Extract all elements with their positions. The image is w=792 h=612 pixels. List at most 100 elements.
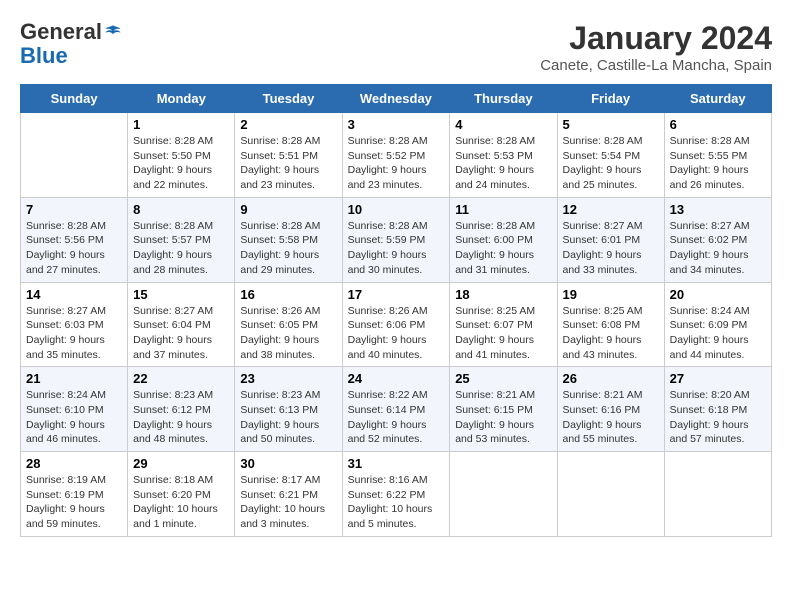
logo-bird-icon (104, 23, 122, 41)
day-info: Sunrise: 8:18 AM Sunset: 6:20 PM Dayligh… (133, 473, 229, 532)
calendar-week-row: 21 Sunrise: 8:24 AM Sunset: 6:10 PM Dayli… (21, 367, 772, 452)
calendar-cell (664, 452, 771, 537)
weekday-header-tuesday: Tuesday (235, 85, 342, 113)
day-info: Sunrise: 8:24 AM Sunset: 6:10 PM Dayligh… (26, 388, 122, 447)
day-number: 26 (563, 371, 659, 386)
day-info: Sunrise: 8:28 AM Sunset: 5:58 PM Dayligh… (240, 219, 336, 278)
calendar-title-block: January 2024 Canete, Castille-La Mancha,… (540, 20, 772, 74)
day-number: 1 (133, 117, 229, 132)
day-info: Sunrise: 8:25 AM Sunset: 6:07 PM Dayligh… (455, 304, 551, 363)
day-info: Sunrise: 8:20 AM Sunset: 6:18 PM Dayligh… (670, 388, 766, 447)
day-number: 31 (348, 456, 445, 471)
calendar-week-row: 7 Sunrise: 8:28 AM Sunset: 5:56 PM Daylig… (21, 197, 772, 282)
calendar-cell: 1 Sunrise: 8:28 AM Sunset: 5:50 PM Daylig… (128, 113, 235, 198)
calendar-cell: 17 Sunrise: 8:26 AM Sunset: 6:06 PM Dayli… (342, 282, 450, 367)
calendar-cell (557, 452, 664, 537)
weekday-header-thursday: Thursday (450, 85, 557, 113)
day-info: Sunrise: 8:21 AM Sunset: 6:16 PM Dayligh… (563, 388, 659, 447)
day-number: 24 (348, 371, 445, 386)
calendar-cell: 8 Sunrise: 8:28 AM Sunset: 5:57 PM Daylig… (128, 197, 235, 282)
day-number: 13 (670, 202, 766, 217)
day-info: Sunrise: 8:27 AM Sunset: 6:03 PM Dayligh… (26, 304, 122, 363)
day-number: 19 (563, 287, 659, 302)
calendar-cell: 7 Sunrise: 8:28 AM Sunset: 5:56 PM Daylig… (21, 197, 128, 282)
day-info: Sunrise: 8:28 AM Sunset: 5:59 PM Dayligh… (348, 219, 445, 278)
calendar-cell: 22 Sunrise: 8:23 AM Sunset: 6:12 PM Dayli… (128, 367, 235, 452)
day-number: 9 (240, 202, 336, 217)
calendar-cell: 21 Sunrise: 8:24 AM Sunset: 6:10 PM Dayli… (21, 367, 128, 452)
day-info: Sunrise: 8:22 AM Sunset: 6:14 PM Dayligh… (348, 388, 445, 447)
day-number: 30 (240, 456, 336, 471)
day-number: 25 (455, 371, 551, 386)
weekday-header-saturday: Saturday (664, 85, 771, 113)
calendar-cell: 6Sunrise: 8:28 AM Sunset: 5:55 PM Daylig… (664, 113, 771, 198)
day-info: Sunrise: 8:28 AM Sunset: 5:57 PM Dayligh… (133, 219, 229, 278)
calendar-cell: 23 Sunrise: 8:23 AM Sunset: 6:13 PM Dayli… (235, 367, 342, 452)
day-info: Sunrise: 8:27 AM Sunset: 6:01 PM Dayligh… (563, 219, 659, 278)
day-number: 5 (563, 117, 659, 132)
page-header: General Blue January 2024 Canete, Castil… (20, 20, 772, 74)
calendar-cell: 20 Sunrise: 8:24 AM Sunset: 6:09 PM Dayli… (664, 282, 771, 367)
day-info: Sunrise: 8:27 AM Sunset: 6:02 PM Dayligh… (670, 219, 766, 278)
day-number: 22 (133, 371, 229, 386)
calendar-cell: 9 Sunrise: 8:28 AM Sunset: 5:58 PM Daylig… (235, 197, 342, 282)
day-info: Sunrise: 8:28 AM Sunset: 5:51 PM Dayligh… (240, 134, 336, 193)
calendar-cell: 26 Sunrise: 8:21 AM Sunset: 6:16 PM Dayli… (557, 367, 664, 452)
calendar-cell: 27 Sunrise: 8:20 AM Sunset: 6:18 PM Dayli… (664, 367, 771, 452)
calendar-cell (21, 113, 128, 198)
calendar-cell: 29 Sunrise: 8:18 AM Sunset: 6:20 PM Dayli… (128, 452, 235, 537)
day-number: 8 (133, 202, 229, 217)
calendar-cell: 19Sunrise: 8:25 AM Sunset: 6:08 PM Dayli… (557, 282, 664, 367)
calendar-cell: 3Sunrise: 8:28 AM Sunset: 5:52 PM Daylig… (342, 113, 450, 198)
day-info: Sunrise: 8:28 AM Sunset: 5:56 PM Dayligh… (26, 219, 122, 278)
day-number: 23 (240, 371, 336, 386)
day-info: Sunrise: 8:26 AM Sunset: 6:05 PM Dayligh… (240, 304, 336, 363)
day-number: 28 (26, 456, 122, 471)
day-info: Sunrise: 8:23 AM Sunset: 6:13 PM Dayligh… (240, 388, 336, 447)
weekday-header-row: SundayMondayTuesdayWednesdayThursdayFrid… (21, 85, 772, 113)
day-number: 2 (240, 117, 336, 132)
day-number: 17 (348, 287, 445, 302)
day-info: Sunrise: 8:17 AM Sunset: 6:21 PM Dayligh… (240, 473, 336, 532)
day-info: Sunrise: 8:28 AM Sunset: 5:54 PM Dayligh… (563, 134, 659, 193)
weekday-header-sunday: Sunday (21, 85, 128, 113)
calendar-cell: 28Sunrise: 8:19 AM Sunset: 6:19 PM Dayli… (21, 452, 128, 537)
logo-blue-text: Blue (20, 44, 68, 68)
calendar-cell: 31 Sunrise: 8:16 AM Sunset: 6:22 PM Dayli… (342, 452, 450, 537)
calendar-title: January 2024 (540, 20, 772, 57)
day-info: Sunrise: 8:28 AM Sunset: 5:50 PM Dayligh… (133, 134, 229, 193)
calendar-cell: 24 Sunrise: 8:22 AM Sunset: 6:14 PM Dayli… (342, 367, 450, 452)
day-number: 11 (455, 202, 551, 217)
calendar-cell: 12 Sunrise: 8:27 AM Sunset: 6:01 PM Dayli… (557, 197, 664, 282)
calendar-cell: 18 Sunrise: 8:25 AM Sunset: 6:07 PM Dayli… (450, 282, 557, 367)
calendar-week-row: 1 Sunrise: 8:28 AM Sunset: 5:50 PM Daylig… (21, 113, 772, 198)
day-number: 20 (670, 287, 766, 302)
day-info: Sunrise: 8:26 AM Sunset: 6:06 PM Dayligh… (348, 304, 445, 363)
day-info: Sunrise: 8:28 AM Sunset: 6:00 PM Dayligh… (455, 219, 551, 278)
calendar-cell: 10Sunrise: 8:28 AM Sunset: 5:59 PM Dayli… (342, 197, 450, 282)
day-info: Sunrise: 8:24 AM Sunset: 6:09 PM Dayligh… (670, 304, 766, 363)
day-number: 12 (563, 202, 659, 217)
day-number: 4 (455, 117, 551, 132)
day-number: 27 (670, 371, 766, 386)
logo: General Blue (20, 20, 122, 68)
day-number: 15 (133, 287, 229, 302)
day-number: 6 (670, 117, 766, 132)
day-number: 7 (26, 202, 122, 217)
calendar-cell: 2 Sunrise: 8:28 AM Sunset: 5:51 PM Daylig… (235, 113, 342, 198)
day-number: 21 (26, 371, 122, 386)
calendar-subtitle: Canete, Castille-La Mancha, Spain (540, 57, 772, 74)
calendar-cell: 5 Sunrise: 8:28 AM Sunset: 5:54 PM Daylig… (557, 113, 664, 198)
calendar-cell: 30 Sunrise: 8:17 AM Sunset: 6:21 PM Dayli… (235, 452, 342, 537)
day-number: 29 (133, 456, 229, 471)
day-info: Sunrise: 8:23 AM Sunset: 6:12 PM Dayligh… (133, 388, 229, 447)
calendar-week-row: 28Sunrise: 8:19 AM Sunset: 6:19 PM Dayli… (21, 452, 772, 537)
day-info: Sunrise: 8:16 AM Sunset: 6:22 PM Dayligh… (348, 473, 445, 532)
calendar-cell: 14Sunrise: 8:27 AM Sunset: 6:03 PM Dayli… (21, 282, 128, 367)
weekday-header-wednesday: Wednesday (342, 85, 450, 113)
day-number: 18 (455, 287, 551, 302)
calendar-cell: 11 Sunrise: 8:28 AM Sunset: 6:00 PM Dayli… (450, 197, 557, 282)
calendar-cell (450, 452, 557, 537)
calendar-cell: 25Sunrise: 8:21 AM Sunset: 6:15 PM Dayli… (450, 367, 557, 452)
day-number: 3 (348, 117, 445, 132)
